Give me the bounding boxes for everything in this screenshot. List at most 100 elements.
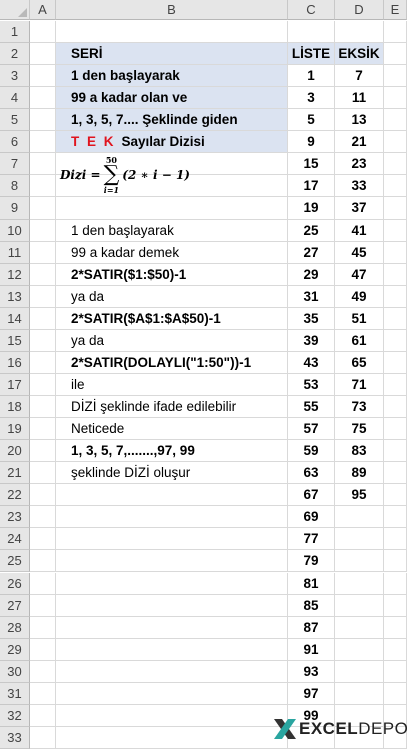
cell-e11[interactable] [384,241,407,264]
row-header-6[interactable]: 6 [0,131,30,154]
row-header-32[interactable]: 32 [0,704,30,727]
cell-e9[interactable] [384,197,407,220]
cell-b29[interactable] [56,638,288,661]
eksik-value[interactable]: 11 [335,87,384,110]
cell-b9[interactable] [56,197,288,220]
liste-value[interactable]: 39 [288,329,335,352]
cell-b26[interactable] [56,572,288,595]
column-header-c[interactable]: C [288,0,335,20]
eksik-value[interactable]: 41 [335,219,384,242]
cell-b27[interactable] [56,594,288,617]
cell-a28[interactable] [30,616,56,639]
cell-a33[interactable] [30,726,56,749]
cell-b1[interactable] [56,21,288,44]
liste-value[interactable]: 3 [288,87,335,110]
cell-e24[interactable] [384,528,407,551]
eksik-value[interactable]: 49 [335,285,384,308]
desc-r13[interactable]: ya da [56,285,288,308]
desc-r14[interactable]: 2*SATIR($A$1:$A$50)-1 [56,307,288,330]
cell-a25[interactable] [30,550,56,573]
row-header-16[interactable]: 16 [0,351,30,374]
cell-e28[interactable] [384,616,407,639]
cell-d27[interactable] [335,594,384,617]
cell-e14[interactable] [384,307,407,330]
cell-e2[interactable] [384,43,407,66]
liste-value[interactable]: 57 [288,418,335,441]
desc-r10[interactable]: 1 den başlayarak [56,219,288,242]
row-header-12[interactable]: 12 [0,263,30,286]
cell-e20[interactable] [384,440,407,463]
cell-a17[interactable] [30,373,56,396]
cell-a3[interactable] [30,65,56,88]
cell-a4[interactable] [30,87,56,110]
eksik-value[interactable]: 75 [335,418,384,441]
row-header-29[interactable]: 29 [0,638,30,661]
desc-r21[interactable]: şeklinde DİZİ oluşur [56,462,288,485]
column-header-e[interactable]: E [384,0,407,20]
cell-e8[interactable] [384,175,407,198]
column-header-b[interactable]: B [56,0,288,20]
row-header-24[interactable]: 24 [0,528,30,551]
eksik-value[interactable]: 7 [335,65,384,88]
liste-value[interactable]: 27 [288,241,335,264]
cell-e7[interactable] [384,153,407,176]
liste-value[interactable]: 35 [288,307,335,330]
cell-d28[interactable] [335,616,384,639]
cell-e6[interactable] [384,131,407,154]
header-seri[interactable]: SERİ [56,43,288,66]
desc-r15[interactable]: ya da [56,329,288,352]
cell-a16[interactable] [30,351,56,374]
cell-a29[interactable] [30,638,56,661]
desc-r6[interactable]: T E K Sayılar Dizisi [56,131,288,154]
cell-b23[interactable] [56,506,288,529]
row-header-19[interactable]: 19 [0,418,30,441]
row-header-10[interactable]: 10 [0,219,30,242]
cell-e31[interactable] [384,682,407,705]
row-header-9[interactable]: 9 [0,197,30,220]
liste-value[interactable]: 93 [288,660,335,683]
eksik-value[interactable]: 61 [335,329,384,352]
eksik-value[interactable]: 47 [335,263,384,286]
liste-value[interactable]: 1 [288,65,335,88]
cell-e15[interactable] [384,329,407,352]
liste-value[interactable]: 67 [288,484,335,507]
row-header-3[interactable]: 3 [0,65,30,88]
row-header-22[interactable]: 22 [0,484,30,507]
cell-a14[interactable] [30,307,56,330]
select-all-corner[interactable] [0,0,30,20]
desc-r19[interactable]: Neticede [56,418,288,441]
row-header-8[interactable]: 8 [0,175,30,198]
row-header-28[interactable]: 28 [0,616,30,639]
cell-b33[interactable] [56,726,288,749]
desc-r17[interactable]: ile [56,373,288,396]
cell-e21[interactable] [384,462,407,485]
cell-e3[interactable] [384,65,407,88]
cell-b22[interactable] [56,484,288,507]
cell-d31[interactable] [335,682,384,705]
cell-a13[interactable] [30,285,56,308]
row-header-33[interactable]: 33 [0,726,30,749]
cell-b32[interactable] [56,704,288,727]
row-header-2[interactable]: 2 [0,43,30,66]
cell-e18[interactable] [384,396,407,419]
liste-value[interactable]: 79 [288,550,335,573]
cell-d1[interactable] [335,21,384,44]
cell-e23[interactable] [384,506,407,529]
row-header-14[interactable]: 14 [0,307,30,330]
liste-value[interactable]: 77 [288,528,335,551]
cell-e22[interactable] [384,484,407,507]
cell-a5[interactable] [30,109,56,132]
row-header-7[interactable]: 7 [0,153,30,176]
liste-value[interactable]: 53 [288,373,335,396]
cell-b25[interactable] [56,550,288,573]
liste-value[interactable]: 5 [288,109,335,132]
liste-value[interactable]: 19 [288,197,335,220]
desc-r12[interactable]: 2*SATIR($1:$50)-1 [56,263,288,286]
desc-r20[interactable]: 1, 3, 5, 7,.......,97, 99 [56,440,288,463]
liste-value[interactable]: 31 [288,285,335,308]
cell-b24[interactable] [56,528,288,551]
cell-e29[interactable] [384,638,407,661]
cell-a21[interactable] [30,462,56,485]
row-header-4[interactable]: 4 [0,87,30,110]
cell-e27[interactable] [384,594,407,617]
